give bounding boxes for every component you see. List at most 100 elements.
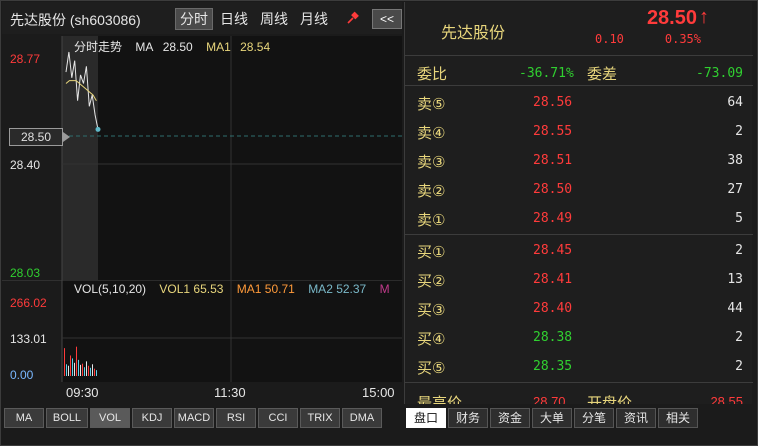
bid-level: 买② (417, 273, 446, 290)
current-price-tag: 28.50 (9, 128, 70, 146)
ask-row: 卖⑤ 28.56 64 (405, 90, 753, 114)
volume-bar (92, 364, 93, 376)
indicator-tab-macd[interactable]: MACD (174, 408, 214, 428)
chart-panel: 先达股份 (sh603086) 分时 日线 周线 月线 << 分时走势 MA 2… (2, 2, 402, 404)
bid-qty: 13 (727, 272, 743, 287)
weibi-row: 委比 -36.71% 委差 -73.09 (405, 58, 753, 86)
tab-fund-flow[interactable]: 资金 (490, 408, 530, 428)
legend-ma-value: 28.50 (162, 40, 193, 54)
indicator-tab-rsi[interactable]: RSI (216, 408, 256, 428)
vol-legend-vol1: VOL1 65.53 (159, 282, 224, 296)
indicator-tab-trix[interactable]: TRIX (300, 408, 340, 428)
tab-related[interactable]: 相关 (658, 408, 698, 428)
volume-bar (68, 365, 69, 376)
volume-bar (70, 355, 71, 376)
tab-news[interactable]: 资讯 (616, 408, 656, 428)
bid-qty: 2 (735, 330, 743, 345)
ask-price: 28.50 (533, 182, 573, 197)
volume-bar (80, 364, 81, 376)
open-price-label: 开盘价 (587, 395, 633, 404)
book-divider (405, 234, 753, 235)
indicator-tab-ma[interactable]: MA (4, 408, 44, 428)
ask-level: 卖④ (417, 125, 446, 142)
price-legend: 分时走势 MA 28.50 MA1 28.54 (74, 38, 280, 55)
indicator-tab-boll[interactable]: BOLL (46, 408, 88, 428)
chart-toolbar: 先达股份 (sh603086) 分时 日线 周线 月线 << (2, 2, 402, 34)
time-label-close: 15:00 (362, 385, 395, 400)
bid-level: 买① (417, 244, 446, 261)
vol-legend-ma2: MA2 52.37 (308, 282, 367, 296)
tab-finance[interactable]: 财务 (448, 408, 488, 428)
tab-daily[interactable]: 日线 (216, 8, 252, 30)
last-price-dot (95, 126, 101, 132)
quote-panel: 先达股份 28.50 ↑ 0.10 0.35% 委比 -36.71% 委差 -7… (404, 2, 753, 404)
volume-bar (74, 362, 75, 376)
price-chart: 分时走势 MA 28.50 MA1 28.54 28.77 28.40 28.0… (2, 36, 402, 280)
ask-row: 卖① 28.49 5 (405, 206, 753, 230)
volume-bar (86, 361, 87, 376)
pin-icon[interactable] (346, 11, 360, 25)
volume-bar (96, 370, 97, 376)
ask-level: 卖③ (417, 154, 446, 171)
vol-legend-ma1: MA1 50.71 (236, 282, 295, 296)
open-price-value: 28.55 (710, 394, 743, 404)
price-chart-svg (61, 36, 402, 280)
bid-qty: 2 (735, 243, 743, 258)
bid-row: 买④ 28.38 2 (405, 325, 753, 349)
indicator-tab-vol[interactable]: VOL (90, 408, 130, 428)
bid-price: 28.45 (533, 243, 573, 258)
bid-price: 28.38 (533, 330, 573, 345)
ask-qty: 2 (735, 124, 743, 139)
tab-tick-trades[interactable]: 分笔 (574, 408, 614, 428)
volume-legend: VOL(5,10,20) VOL1 65.53 MA1 50.71 MA2 52… (74, 282, 400, 296)
tab-monthly[interactable]: 月线 (296, 8, 332, 30)
time-label-open: 09:30 (66, 385, 99, 400)
high-price-value: 28.70 (533, 394, 566, 404)
ask-level: 卖⑤ (417, 96, 446, 113)
tab-order-book[interactable]: 盘口 (406, 408, 446, 428)
indicator-tab-dma[interactable]: DMA (342, 408, 382, 428)
ask-price: 28.51 (533, 153, 573, 168)
vol-legend-ma3: M (379, 282, 390, 296)
ask-level: 卖② (417, 183, 446, 200)
tab-weekly[interactable]: 周线 (256, 8, 292, 30)
volume-bar (84, 367, 85, 376)
bid-row: 买⑤ 28.35 2 (405, 354, 753, 378)
stats-partial-row: 最高价 28.70 开盘价 28.55 (405, 390, 753, 404)
bid-row: 买② 28.41 13 (405, 267, 753, 291)
indicator-tab-cci[interactable]: CCI (258, 408, 298, 428)
ask-price: 28.56 (533, 95, 573, 110)
ask-row: 卖③ 28.51 38 (405, 148, 753, 172)
volume-bar (76, 346, 77, 376)
collapse-button[interactable]: << (372, 9, 402, 29)
quote-stock-name: 先达股份 (441, 25, 506, 42)
ask-qty: 5 (735, 211, 743, 226)
volume-bar (90, 367, 91, 376)
volume-bar (94, 368, 95, 376)
tab-big-orders[interactable]: 大单 (532, 408, 572, 428)
legend-ma-label: MA (135, 40, 154, 54)
bid-row: 买① 28.45 2 (405, 238, 753, 262)
weicha-label: 委差 (587, 66, 618, 83)
ask-row: 卖④ 28.55 2 (405, 119, 753, 143)
stock-title: 先达股份 (sh603086) (10, 12, 141, 28)
volume-bar (72, 358, 73, 376)
ask-qty: 27 (727, 182, 743, 197)
vol-y-mid: 133.01 (10, 332, 47, 346)
volume-bar (78, 359, 79, 376)
legend-title: 分时走势 (74, 40, 123, 54)
bid-qty: 2 (735, 359, 743, 374)
ask-qty: 64 (727, 95, 743, 110)
indicator-tab-kdj[interactable]: KDJ (132, 408, 172, 428)
volume-bar (64, 348, 65, 376)
quote-change: 0.10 (595, 32, 624, 46)
bid-price: 28.40 (533, 301, 573, 316)
ask-level: 卖① (417, 212, 446, 229)
tab-intraday[interactable]: 分时 (175, 8, 213, 30)
bid-level: 买⑤ (417, 360, 446, 377)
vol-legend-title: VOL(5,10,20) (74, 282, 147, 296)
quote-header: 先达股份 28.50 ↑ 0.10 0.35% (405, 2, 753, 56)
vol-y-bottom: 0.00 (10, 368, 34, 382)
price-y-mid: 28.40 (10, 158, 41, 172)
bid-level: 买④ (417, 331, 446, 348)
